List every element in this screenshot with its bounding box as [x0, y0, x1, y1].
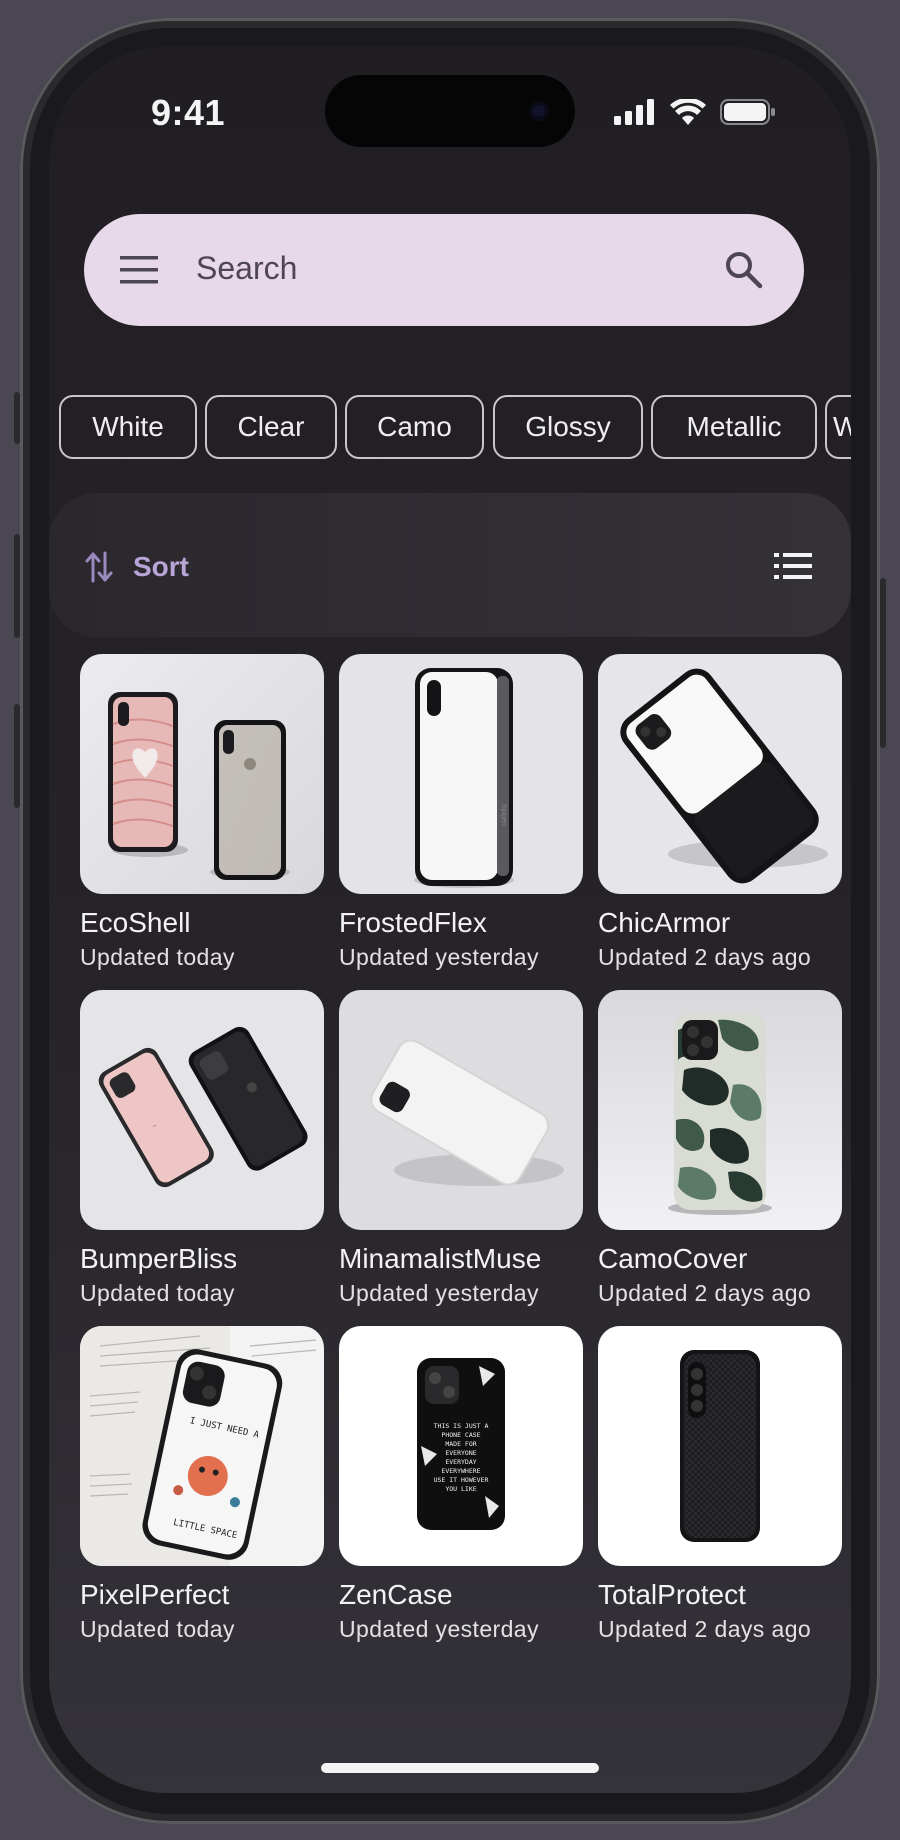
- product-image[interactable]: [80, 654, 324, 894]
- product-updated: Updated today: [80, 944, 235, 970]
- chip-camo[interactable]: Camo: [345, 395, 484, 459]
- product-updated: Updated yesterday: [339, 1280, 539, 1306]
- case-text: YOU LIKE: [445, 1485, 476, 1493]
- product-image[interactable]: [598, 654, 842, 894]
- product-updated: Updated today: [80, 1280, 235, 1306]
- search-bar[interactable]: Search: [84, 214, 804, 326]
- chip-glossy[interactable]: Glossy: [493, 395, 643, 459]
- product-name: BumperBliss: [80, 1243, 238, 1274]
- chip-metallic[interactable]: Metallic: [651, 395, 817, 459]
- dynamic-island: [325, 75, 575, 147]
- search-icon[interactable]: [724, 250, 764, 290]
- product-image[interactable]: [598, 990, 842, 1230]
- svg-text:Spigen: Spigen: [500, 804, 507, 826]
- product-updated: Updated yesterday: [339, 944, 539, 970]
- status-icons: [614, 99, 776, 125]
- product-name: EcoShell: [80, 907, 191, 938]
- product-name: ZenCase: [339, 1579, 453, 1610]
- sort-icon[interactable]: [85, 551, 113, 583]
- wifi-icon: [670, 99, 706, 125]
- product-updated: Updated 2 days ago: [598, 1616, 812, 1642]
- product-image[interactable]: [598, 1326, 842, 1566]
- product-name: MinamalistMuse: [339, 1243, 542, 1274]
- camera-icon: [529, 101, 549, 121]
- list-view-icon[interactable]: [774, 553, 812, 579]
- case-text: MADE FOR: [445, 1440, 476, 1448]
- case-text: PHONE CASE: [441, 1431, 480, 1439]
- chip-wood[interactable]: Wood: [825, 395, 851, 459]
- power-button: [880, 578, 886, 748]
- filter-chips: White Clear Camo Glossy Metallic Wood: [59, 395, 851, 459]
- product-updated: Updated yesterday: [339, 1616, 539, 1642]
- case-text: EVERYDAY: [445, 1458, 476, 1466]
- product-name: CamoCover: [598, 1243, 748, 1274]
- battery-icon: [720, 99, 775, 125]
- product-image[interactable]: I JUST NEED A LITTLE SPACE: [80, 1326, 324, 1566]
- search-input[interactable]: Search: [196, 250, 297, 287]
- product-image[interactable]: ~: [80, 990, 324, 1230]
- case-text: THIS IS JUST A: [434, 1422, 489, 1430]
- product-updated: Updated 2 days ago: [598, 944, 812, 970]
- sort-panel: Sort: [49, 493, 851, 637]
- chip-white[interactable]: White: [59, 395, 197, 459]
- phone-screen: 9:41 Search White Clear Camo Glossy Meta…: [49, 47, 851, 1793]
- sort-button[interactable]: Sort: [133, 551, 189, 583]
- product-image[interactable]: [339, 990, 583, 1230]
- case-text: EVERYWHERE: [441, 1467, 480, 1475]
- signal-icon: [614, 99, 654, 125]
- product-image[interactable]: THIS IS JUST A PHONE CASE MADE FOR EVERY…: [339, 1326, 583, 1566]
- chip-clear[interactable]: Clear: [205, 395, 337, 459]
- product-updated: Updated today: [80, 1616, 235, 1642]
- product-name: FrostedFlex: [339, 907, 487, 938]
- case-text: EVERYONE: [445, 1449, 476, 1457]
- product-updated: Updated 2 days ago: [598, 1280, 812, 1306]
- status-time: 9:41: [151, 92, 226, 133]
- menu-icon[interactable]: [120, 256, 158, 284]
- case-text: USE IT HOWEVER: [434, 1476, 489, 1484]
- product-name: ChicArmor: [598, 907, 731, 938]
- home-indicator[interactable]: [321, 1763, 599, 1773]
- product-image[interactable]: Spigen: [339, 654, 583, 894]
- product-name: TotalProtect: [598, 1579, 746, 1610]
- product-name: PixelPerfect: [80, 1579, 230, 1610]
